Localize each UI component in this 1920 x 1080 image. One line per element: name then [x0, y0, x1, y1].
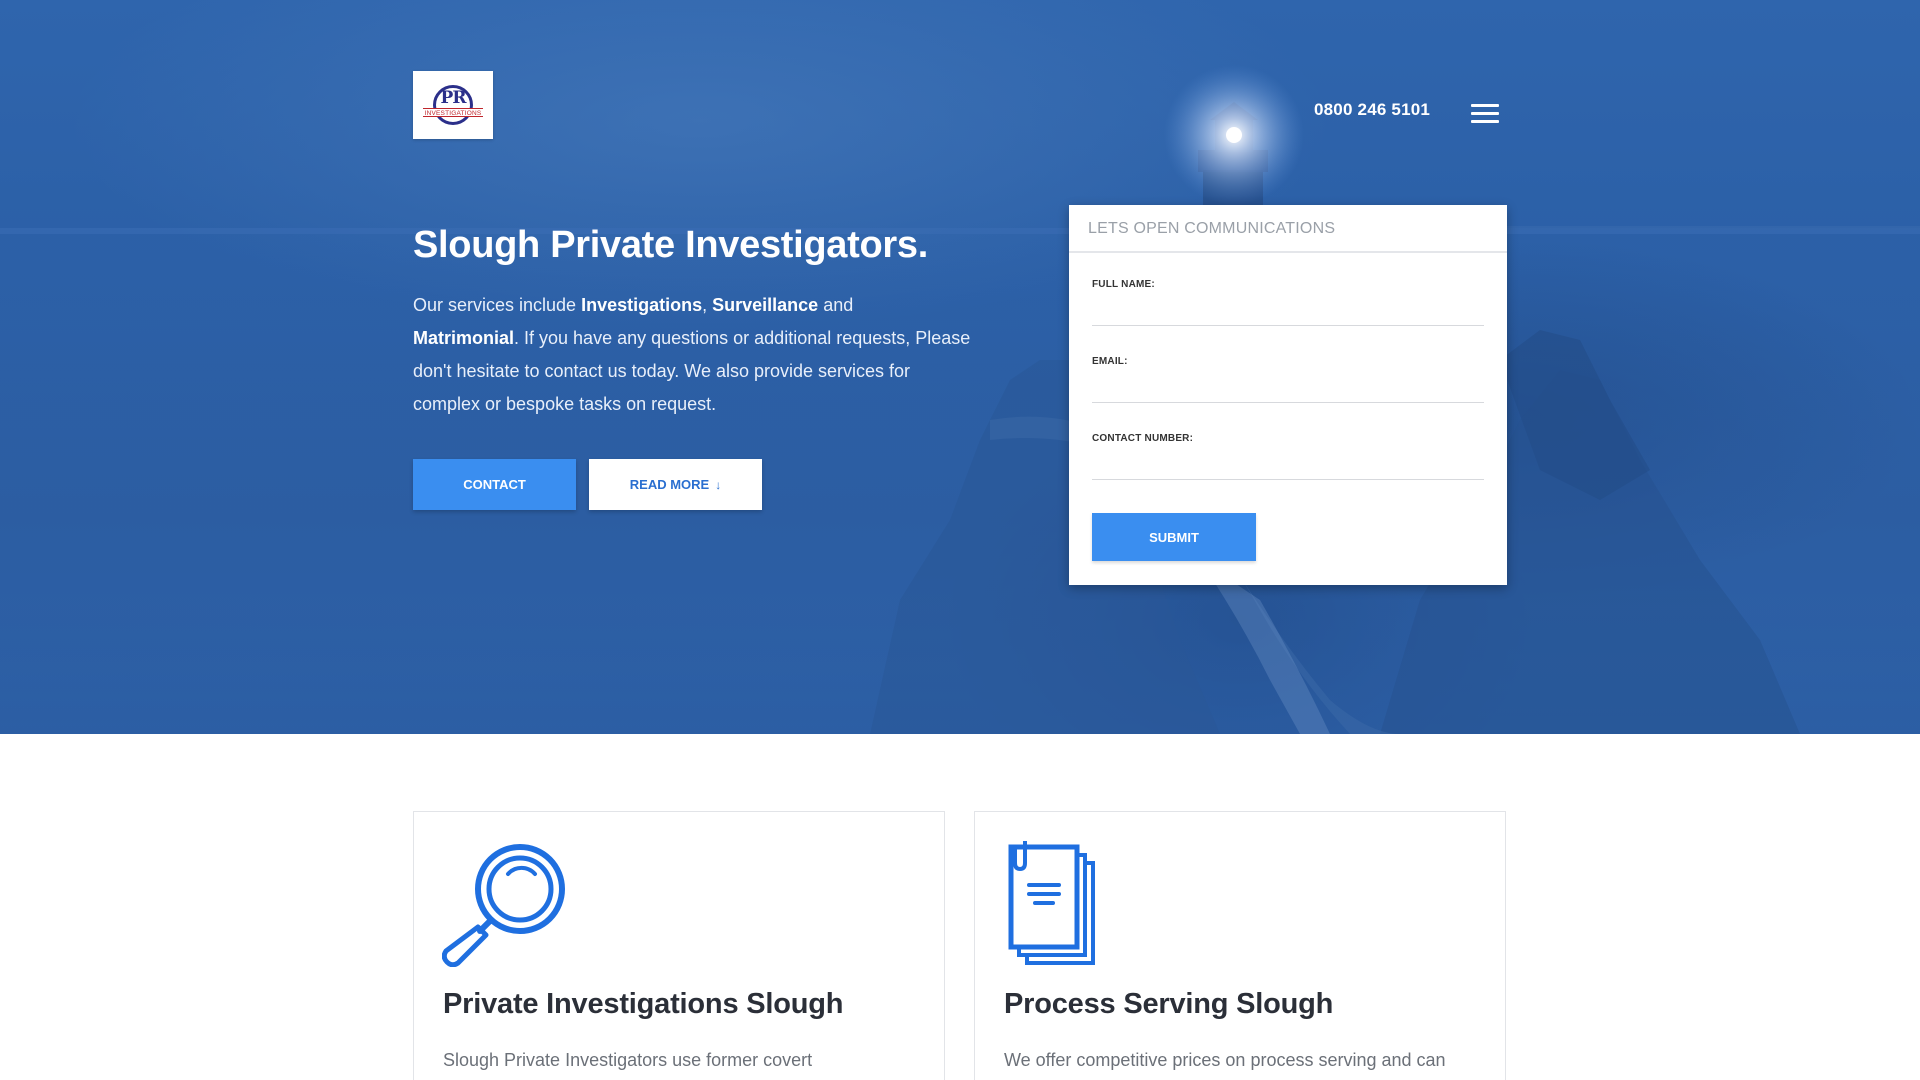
- hero-text-intro: Our services include: [413, 295, 582, 315]
- submit-button[interactable]: SUBMIT: [1092, 513, 1256, 561]
- page-title: Slough Private Investigators.: [413, 224, 928, 266]
- documents-icon: [1008, 841, 1095, 965]
- logo-initials: PR: [440, 88, 467, 108]
- menu-bar: [1471, 120, 1499, 123]
- email-field: EMAIL:: [1092, 356, 1484, 403]
- logo-subtext: INVESTIGATIONS: [423, 108, 483, 117]
- menu-bar: [1471, 112, 1499, 115]
- email-input[interactable]: [1092, 367, 1484, 403]
- arrow-down-icon: ↓: [715, 477, 722, 492]
- service-card-process-serving: Process Serving Slough We offer competit…: [974, 811, 1506, 1080]
- hero-section: PR INVESTIGATIONS 0800 246 5101 Slough P…: [0, 0, 1920, 734]
- hero-text-comma: ,: [702, 295, 713, 315]
- logo-emblem: PR INVESTIGATIONS: [423, 83, 483, 127]
- service-surveillance: Surveillance: [712, 295, 819, 315]
- form-title: LETS OPEN COMMUNICATIONS: [1069, 205, 1507, 253]
- contact-form: LETS OPEN COMMUNICATIONS FULL NAME: EMAI…: [1069, 205, 1507, 585]
- contact-number-label: CONTACT NUMBER:: [1092, 433, 1194, 444]
- read-more-label: READ MORE: [629, 477, 710, 492]
- service-title: Process Serving Slough: [1004, 988, 1334, 1020]
- full-name-label: FULL NAME:: [1092, 279, 1155, 290]
- email-label: EMAIL:: [1092, 356, 1128, 367]
- service-matrimonial: Matrimonial: [413, 328, 515, 348]
- menu-bar: [1471, 104, 1499, 107]
- full-name-input[interactable]: [1092, 290, 1484, 326]
- read-more-button[interactable]: READ MORE ↓: [589, 459, 762, 510]
- site-logo[interactable]: PR INVESTIGATIONS: [413, 71, 493, 139]
- hamburger-menu-icon[interactable]: [1471, 104, 1499, 124]
- contact-button[interactable]: CONTACT: [413, 459, 576, 510]
- service-text: We offer competitive prices on process s…: [1004, 1050, 1446, 1070]
- full-name-field: FULL NAME:: [1092, 279, 1484, 326]
- hero-description: Our services include Investigations, Sur…: [413, 289, 973, 421]
- service-title: Private Investigations Slough: [443, 988, 844, 1020]
- hero-text-and: and: [818, 295, 854, 315]
- contact-number-field: CONTACT NUMBER:: [1092, 433, 1484, 480]
- phone-number-link[interactable]: 0800 246 5101: [1314, 100, 1430, 120]
- service-card-investigations: Private Investigations Slough Slough Pri…: [413, 811, 945, 1080]
- service-investigations: Investigations: [581, 295, 703, 315]
- contact-number-input[interactable]: [1092, 444, 1484, 480]
- service-text: Slough Private Investigators use former …: [443, 1050, 813, 1070]
- magnifying-glass-icon: [442, 844, 565, 967]
